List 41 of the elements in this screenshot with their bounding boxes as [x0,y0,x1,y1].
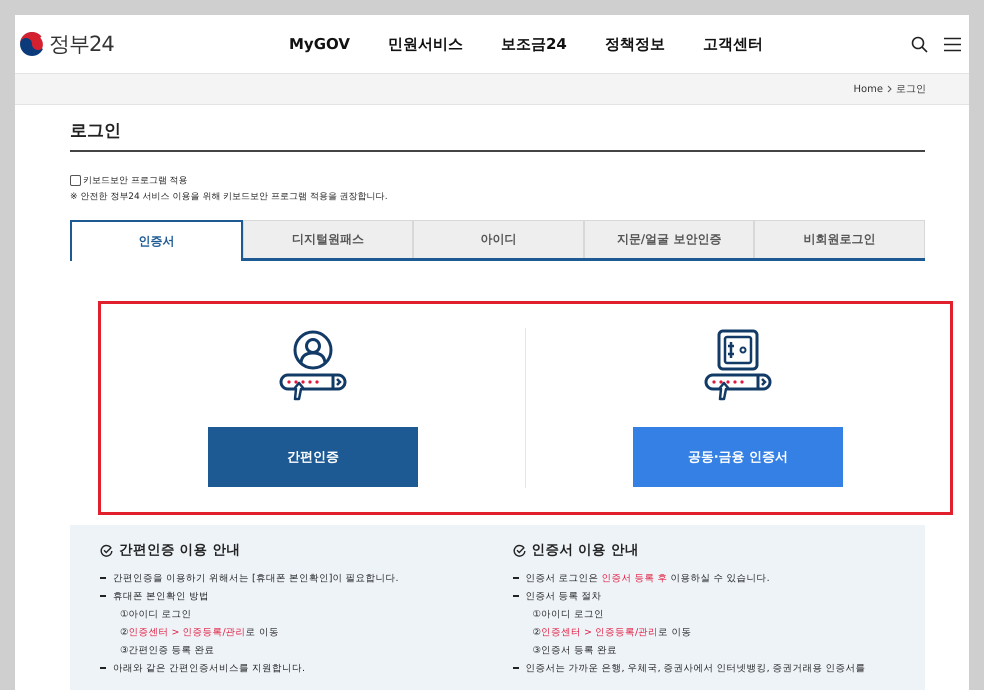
breadcrumb-item[interactable]: Home [853,84,883,94]
checkbox-label: 키보드보안 프로그램 적용 [83,175,188,187]
check-circle-icon [100,544,113,556]
nav-menu-item[interactable]: 고객센터 [702,34,763,54]
breadcrumb-item: 로그인 [896,83,926,96]
login-tab[interactable]: 지문/얼굴 보안인증 [584,220,754,258]
guide-text: 휴대폰 본인확인 방법 [113,590,210,602]
menu-icon[interactable] [944,36,961,52]
notice-text: ※ 안전한 정부24 서비스 이용을 위해 키보드보안 프로그램 적용을 권장합니다. [70,191,389,203]
nav-menu-item[interactable]: 민원서비스 [388,34,463,54]
nav-menu-item[interactable]: 정책정보 [604,34,665,54]
login-tab[interactable]: 인증서 [70,220,243,261]
guide-text: ③인증서 등록 완료 [532,644,618,656]
nav-menu-item[interactable]: MyGOV [289,34,350,54]
guide-text: ②인증센터 > 인증등록/관리 로 이동 [120,626,279,638]
login-tab[interactable]: 디지털원패스 [242,220,414,258]
login-tab[interactable]: 비회원로그인 [754,220,925,258]
login-method-button[interactable]: 간편인증 [208,427,418,487]
login-method-button[interactable]: 공동·금융 인증서 [633,427,843,487]
search-icon[interactable] [911,36,928,52]
guide-text: ①아이디 로그인 [120,608,192,620]
guide-text: 아래와 같은 간편인증서비스를 지원합니다. [113,662,306,674]
check-circle-icon [512,544,526,556]
guide-title: 인증서 이용 안내 [532,541,639,559]
guide-text: ①아이디 로그인 [532,608,604,620]
safe-password-icon [702,329,774,401]
guide-text: 간편인증을 이용하기 위해서는 [휴대폰 본인확인]이 필요합니다. [113,572,399,584]
user-password-icon [277,329,349,401]
guide-text: 인증서 로그인은 인증서 등록 후 이용하실 수 있습니다. [526,572,770,584]
chevron-right-icon [887,85,892,93]
keyboard-security-checkbox[interactable] [70,175,81,186]
login-tab[interactable]: 아이디 [413,220,584,258]
nav-menu-item[interactable]: 보조금24 [500,34,567,54]
page-title: 로그인 [70,105,925,152]
guide-text: ③간편인증 등록 완료 [120,644,215,656]
guide-text: 인증서는 가까운 은행, 우체국, 증권사에서 인터넷뱅킹, 증권거래용 인증서를 [526,662,866,674]
guide-text: 인증서 등록 절차 [526,590,602,602]
guide-text: ②인증센터 > 인증등록/관리 로 이동 [532,626,692,638]
guide-title: 간편인증 이용 안내 [119,541,240,559]
taegeuk-logo-icon [19,31,45,57]
logo-text[interactable]: 정부24 [49,30,114,58]
